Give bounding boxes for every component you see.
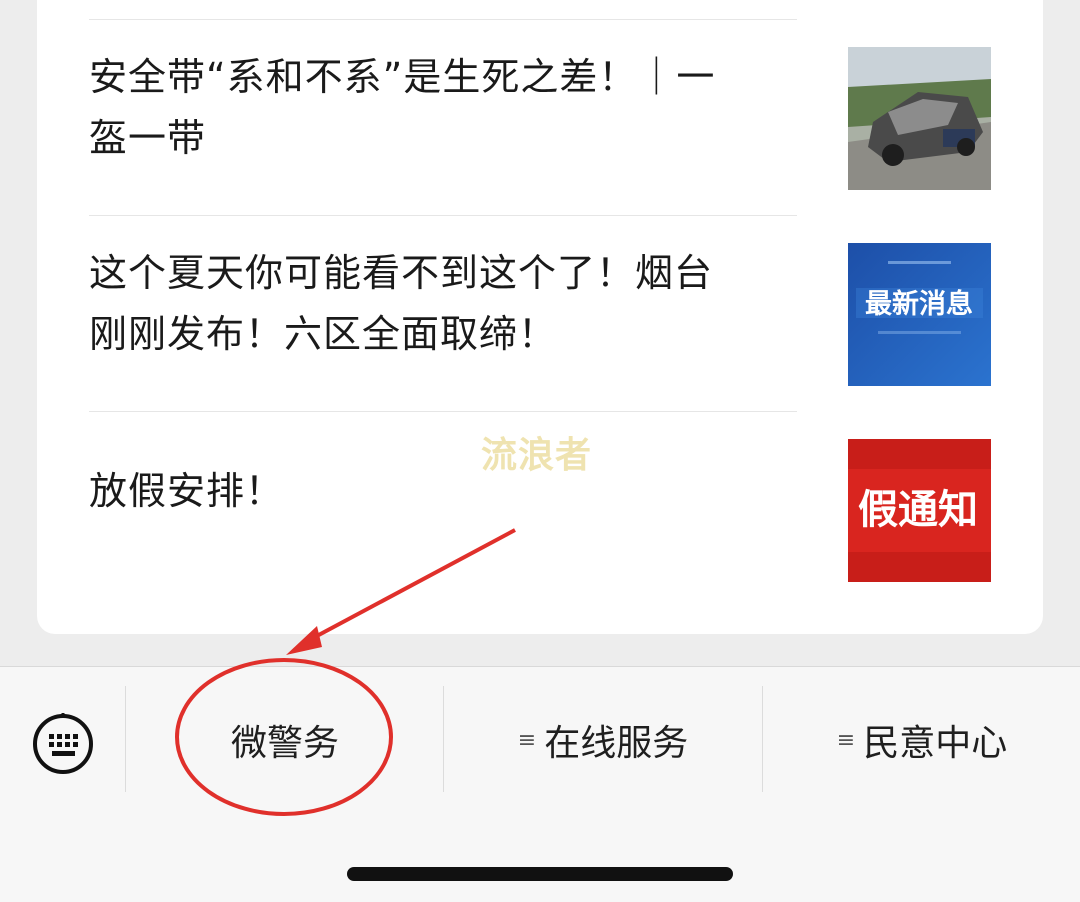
menu-item-weijingwu[interactable]: 微警务 — [126, 700, 444, 780]
menu-item-label: 微警务 — [230, 723, 339, 764]
car-crash-photo — [848, 47, 991, 190]
thumb-banner-text: 最新消息 — [865, 288, 973, 320]
article-item-news[interactable]: 这个夏天你可能看不到这个了！烟台 刚刚发布！六区全面取缔！ 最新消息 — [37, 216, 1043, 412]
news-banner-image: 最新消息 — [848, 243, 991, 386]
article-title: 放假安排！ — [89, 469, 285, 513]
home-indicator[interactable] — [347, 867, 733, 881]
article-title: 这个夏天你可能看不到这个了！烟台 刚刚发布！六区全面取缔！ — [89, 251, 714, 356]
menu-item-label: 在线服务 — [544, 723, 689, 764]
submenu-icon: ≡ — [517, 727, 537, 753]
keyboard-icon[interactable] — [32, 712, 94, 775]
article-list-card: 安全带“系和不系”是生死之差！｜一 盔一带 这个夏天你可能看不到这个了！烟台 刚… — [37, 0, 1043, 634]
watermark-text: 流浪者 — [481, 435, 593, 476]
submenu-icon: ≡ — [836, 727, 856, 753]
article-item-seatbelt[interactable]: 安全带“系和不系”是生死之差！｜一 盔一带 — [37, 20, 1043, 216]
thumb-notice-text: 假通知 — [858, 486, 978, 533]
holiday-notice-image: 假通知 — [848, 439, 991, 582]
menu-item-public-opinion[interactable]: ≡ 民意中心 — [763, 700, 1080, 780]
menu-item-label: 民意中心 — [863, 723, 1008, 764]
article-title: 安全带“系和不系”是生死之差！｜一 盔一带 — [89, 55, 716, 160]
menu-item-online-service[interactable]: ≡ 在线服务 — [444, 700, 762, 780]
